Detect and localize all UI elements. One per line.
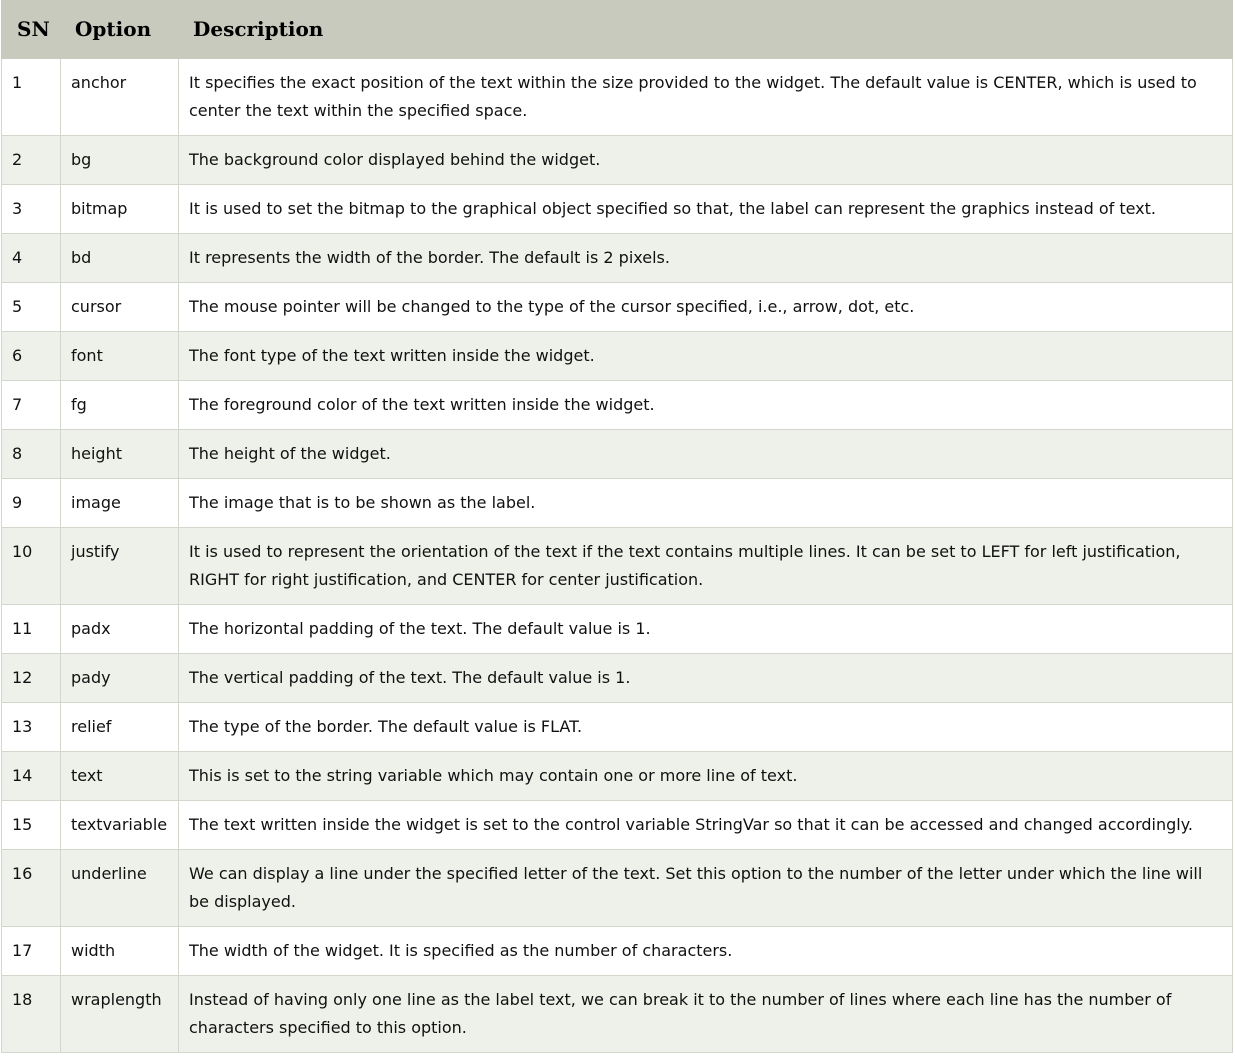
row-description: The width of the widget. It is specified… xyxy=(178,926,1233,976)
row-sn: 15 xyxy=(1,800,61,850)
header-option: Option xyxy=(60,0,179,59)
row-sn: 9 xyxy=(1,478,61,528)
row-sn: 3 xyxy=(1,184,61,234)
table-row: 9 image The image that is to be shown as… xyxy=(1,478,1233,528)
table-row: 18 wraplength Instead of having only one… xyxy=(1,975,1233,1053)
table-row: 14 text This is set to the string variab… xyxy=(1,751,1233,801)
row-description: It represents the width of the border. T… xyxy=(178,233,1233,283)
row-option: font xyxy=(60,331,179,381)
row-sn: 7 xyxy=(1,380,61,430)
row-description: The foreground color of the text written… xyxy=(178,380,1233,430)
row-sn: 8 xyxy=(1,429,61,479)
row-option: height xyxy=(60,429,179,479)
table-row: 17 width The width of the widget. It is … xyxy=(1,926,1233,976)
row-description: It is used to set the bitmap to the grap… xyxy=(178,184,1233,234)
table-row: 6 font The font type of the text written… xyxy=(1,331,1233,381)
row-description: The horizontal padding of the text. The … xyxy=(178,604,1233,654)
row-option: anchor xyxy=(60,58,179,136)
row-sn: 18 xyxy=(1,975,61,1053)
table-row: 8 height The height of the widget. xyxy=(1,429,1233,479)
row-option: underline xyxy=(60,849,179,927)
row-option: wraplength xyxy=(60,975,179,1053)
table-row: 10 justify It is used to represent the o… xyxy=(1,527,1233,605)
row-description: The vertical padding of the text. The de… xyxy=(178,653,1233,703)
row-option: fg xyxy=(60,380,179,430)
row-description: The image that is to be shown as the lab… xyxy=(178,478,1233,528)
table-row: 7 fg The foreground color of the text wr… xyxy=(1,380,1233,430)
row-description: The type of the border. The default valu… xyxy=(178,702,1233,752)
row-option: bd xyxy=(60,233,179,283)
row-option: justify xyxy=(60,527,179,605)
row-description: The mouse pointer will be changed to the… xyxy=(178,282,1233,332)
row-description: The text written inside the widget is se… xyxy=(178,800,1233,850)
row-option: width xyxy=(60,926,179,976)
row-sn: 10 xyxy=(1,527,61,605)
row-description: The font type of the text written inside… xyxy=(178,331,1233,381)
row-description: The height of the widget. xyxy=(178,429,1233,479)
row-description: We can display a line under the specifie… xyxy=(178,849,1233,927)
table-row: 12 pady The vertical padding of the text… xyxy=(1,653,1233,703)
row-sn: 5 xyxy=(1,282,61,332)
row-sn: 2 xyxy=(1,135,61,185)
options-table: SN Option Description 1 anchor It specif… xyxy=(1,0,1233,1053)
row-sn: 4 xyxy=(1,233,61,283)
table-row: 2 bg The background color displayed behi… xyxy=(1,135,1233,185)
header-sn: SN xyxy=(1,0,61,59)
table-row: 15 textvariable The text written inside … xyxy=(1,800,1233,850)
row-option: padx xyxy=(60,604,179,654)
row-sn: 13 xyxy=(1,702,61,752)
row-option: bitmap xyxy=(60,184,179,234)
header-description: Description xyxy=(178,0,1233,59)
table-body: 1 anchor It specifies the exact position… xyxy=(1,58,1233,1053)
row-description: It specifies the exact position of the t… xyxy=(178,58,1233,136)
table-row: 3 bitmap It is used to set the bitmap to… xyxy=(1,184,1233,234)
row-description: It is used to represent the orientation … xyxy=(178,527,1233,605)
table-header: SN Option Description xyxy=(1,0,1233,59)
table-row: 1 anchor It specifies the exact position… xyxy=(1,58,1233,136)
table-row: 11 padx The horizontal padding of the te… xyxy=(1,604,1233,654)
table-row: 4 bd It represents the width of the bord… xyxy=(1,233,1233,283)
row-option: relief xyxy=(60,702,179,752)
row-sn: 6 xyxy=(1,331,61,381)
row-option: pady xyxy=(60,653,179,703)
row-sn: 16 xyxy=(1,849,61,927)
header-row: SN Option Description xyxy=(1,0,1233,59)
row-option: bg xyxy=(60,135,179,185)
table-row: 16 underline We can display a line under… xyxy=(1,849,1233,927)
row-option: textvariable xyxy=(60,800,179,850)
row-sn: 14 xyxy=(1,751,61,801)
row-sn: 17 xyxy=(1,926,61,976)
table-row: 13 relief The type of the border. The de… xyxy=(1,702,1233,752)
row-option: cursor xyxy=(60,282,179,332)
table-row: 5 cursor The mouse pointer will be chang… xyxy=(1,282,1233,332)
row-sn: 12 xyxy=(1,653,61,703)
row-description: The background color displayed behind th… xyxy=(178,135,1233,185)
row-sn: 1 xyxy=(1,58,61,136)
row-description: This is set to the string variable which… xyxy=(178,751,1233,801)
row-sn: 11 xyxy=(1,604,61,654)
row-option: image xyxy=(60,478,179,528)
row-option: text xyxy=(60,751,179,801)
row-description: Instead of having only one line as the l… xyxy=(178,975,1233,1053)
